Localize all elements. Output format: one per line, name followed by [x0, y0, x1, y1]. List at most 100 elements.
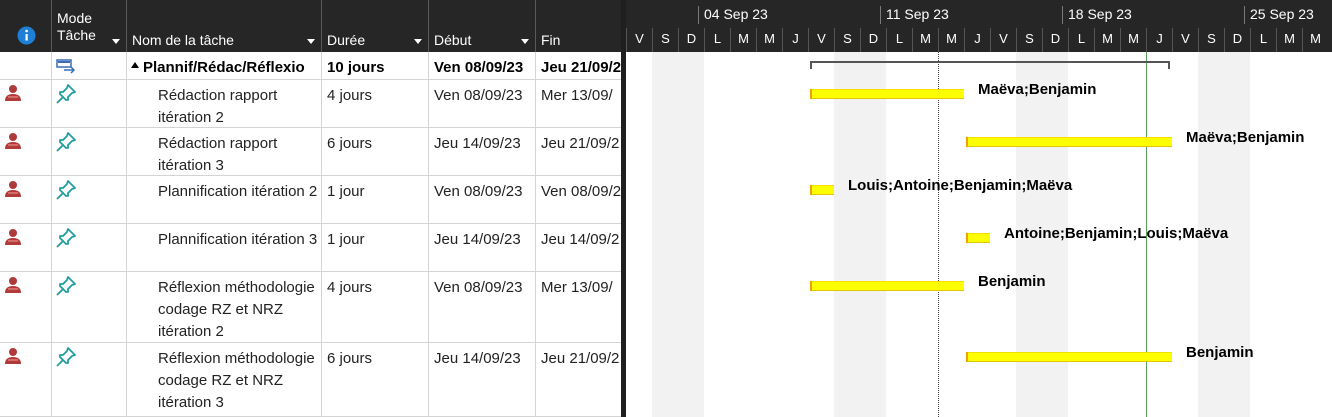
name-column-header[interactable]: Nom de la tâche [127, 0, 322, 52]
end-value: Jeu 21/09/2 [541, 135, 620, 152]
duration-cell[interactable]: 10 jours [322, 52, 429, 79]
mode-column-header[interactable]: Mode Tâche [52, 0, 127, 52]
gantt-chart: 04 Sep 23 11 Sep 23 18 Sep 23 25 Sep 23 V S D L… [626, 0, 1332, 417]
task-bar[interactable] [810, 89, 964, 99]
duration-column-header[interactable]: Durée [322, 0, 429, 52]
task-bar[interactable] [966, 352, 1172, 362]
start-cell[interactable]: Jeu 14/09/23 [429, 128, 536, 175]
duration-cell[interactable]: 1 jour [322, 224, 429, 271]
duration-cell[interactable]: 4 jours [322, 272, 429, 342]
indicators-column-header[interactable] [0, 0, 52, 52]
day-label: V [808, 28, 834, 52]
duration-value: 6 jours [327, 350, 373, 367]
start-cell[interactable]: Ven 08/09/23 [429, 272, 536, 342]
task-name-cell[interactable]: Plannif/Rédac/Réflexio [127, 52, 322, 79]
table-row[interactable]: Plannif/Rédac/Réflexio 10 jours Ven 08/0… [0, 52, 621, 80]
table-row[interactable]: Réflexion méthodologie codage RZ et NRZ … [0, 343, 621, 417]
duration-value: 6 jours [327, 135, 373, 152]
task-bar[interactable] [966, 233, 990, 243]
indicator-cell [0, 80, 52, 127]
table-row[interactable]: Rédaction rapport itération 3 6 jours Je… [0, 128, 621, 176]
duration-cell[interactable]: 6 jours [322, 343, 429, 416]
indicator-cell [0, 224, 52, 271]
task-sheet: Mode Tâche Nom de la tâche Durée Début F… [0, 0, 621, 417]
task-name-cell[interactable]: Réflexion méthodologie codage RZ et NRZ … [127, 272, 322, 342]
task-name-cell[interactable]: Rédaction rapport itération 3 [127, 128, 322, 175]
task-name-cell[interactable]: Rédaction rapport itération 2 [127, 80, 322, 127]
table-row[interactable]: Rédaction rapport itération 2 4 jours Ve… [0, 80, 621, 128]
mode-cell [52, 224, 127, 271]
duration-value: 1 jour [327, 183, 365, 200]
duration-header-label: Durée [327, 32, 366, 48]
day-label: M [1302, 28, 1328, 52]
day-label: S [834, 28, 860, 52]
summary-bar[interactable] [810, 61, 1170, 69]
end-column-header[interactable]: Fin [536, 0, 621, 52]
resource-names-label: Maëva;Benjamin [1186, 129, 1305, 146]
task-name: Réflexion méthodologie codage RZ et NRZ … [158, 279, 315, 340]
resource-user-icon[interactable] [4, 180, 22, 198]
chevron-down-icon[interactable] [112, 39, 120, 44]
duration-cell[interactable]: 1 jour [322, 176, 429, 223]
task-bar[interactable] [810, 185, 834, 195]
mode-cell [52, 80, 127, 127]
end-value: Mer 13/09/ [541, 87, 613, 104]
weekend-shading [834, 52, 886, 417]
end-cell[interactable]: Jeu 21/09/2 [536, 52, 621, 79]
end-value: Ven 08/09/2 [541, 183, 622, 200]
pin-icon [56, 84, 76, 104]
mode-cell [52, 52, 127, 79]
task-bar[interactable] [810, 281, 964, 291]
pin-icon [56, 276, 76, 296]
collapse-triangle-icon[interactable] [131, 62, 139, 68]
resource-user-icon[interactable] [4, 228, 22, 246]
start-cell[interactable]: Jeu 14/09/23 [429, 224, 536, 271]
chevron-down-icon[interactable] [521, 39, 529, 44]
resource-names-label: Benjamin [1186, 344, 1254, 361]
start-column-header[interactable]: Début [429, 0, 536, 52]
end-cell[interactable]: Jeu 21/09/2 [536, 343, 621, 416]
start-cell[interactable]: Ven 08/09/23 [429, 80, 536, 127]
pin-icon [56, 180, 76, 200]
week-separator [698, 6, 699, 24]
start-value: Jeu 14/09/23 [434, 350, 521, 367]
table-row[interactable]: Réflexion méthodologie codage RZ et NRZ … [0, 272, 621, 343]
day-label: J [1146, 28, 1172, 52]
table-row[interactable]: Plannification itération 2 1 jour Ven 08… [0, 176, 621, 224]
day-label: L [1068, 28, 1094, 52]
start-cell[interactable]: Ven 08/09/23 [429, 52, 536, 79]
duration-cell[interactable]: 4 jours [322, 80, 429, 127]
task-name-cell[interactable]: Plannification itération 3 [127, 224, 322, 271]
day-label: M [1094, 28, 1120, 52]
day-label: M [756, 28, 782, 52]
day-label: S [1198, 28, 1224, 52]
resource-names-label: Louis;Antoine;Benjamin;Maëva [848, 177, 1073, 194]
end-cell[interactable]: Jeu 21/09/2 [536, 128, 621, 175]
resource-user-icon[interactable] [4, 132, 22, 150]
chevron-down-icon[interactable] [307, 39, 315, 44]
start-cell[interactable]: Jeu 14/09/23 [429, 343, 536, 416]
resource-user-icon[interactable] [4, 347, 22, 365]
mode-cell [52, 128, 127, 175]
table-row[interactable]: Plannification itération 3 1 jour Jeu 14… [0, 224, 621, 272]
task-name-cell[interactable]: Réflexion méthodologie codage RZ et NRZ … [127, 343, 322, 416]
end-cell[interactable]: Mer 13/09/ [536, 272, 621, 342]
start-value: Ven 08/09/23 [434, 59, 524, 76]
mode-cell [52, 272, 127, 342]
chevron-down-icon[interactable] [414, 39, 422, 44]
end-cell[interactable]: Ven 08/09/2 [536, 176, 621, 223]
week-separator [1244, 6, 1245, 24]
duration-cell[interactable]: 6 jours [322, 128, 429, 175]
day-label: M [912, 28, 938, 52]
end-cell[interactable]: Mer 13/09/ [536, 80, 621, 127]
task-name-cell[interactable]: Plannification itération 2 [127, 176, 322, 223]
task-name: Réflexion méthodologie codage RZ et NRZ … [158, 350, 315, 411]
pin-icon [56, 132, 76, 152]
task-bar[interactable] [966, 137, 1172, 147]
resource-user-icon[interactable] [4, 84, 22, 102]
resource-names-label: Antoine;Benjamin;Louis;Maëva [1004, 225, 1229, 242]
start-cell[interactable]: Ven 08/09/23 [429, 176, 536, 223]
week-separator [1062, 6, 1063, 24]
end-cell[interactable]: Jeu 14/09/2 [536, 224, 621, 271]
resource-user-icon[interactable] [4, 276, 22, 294]
